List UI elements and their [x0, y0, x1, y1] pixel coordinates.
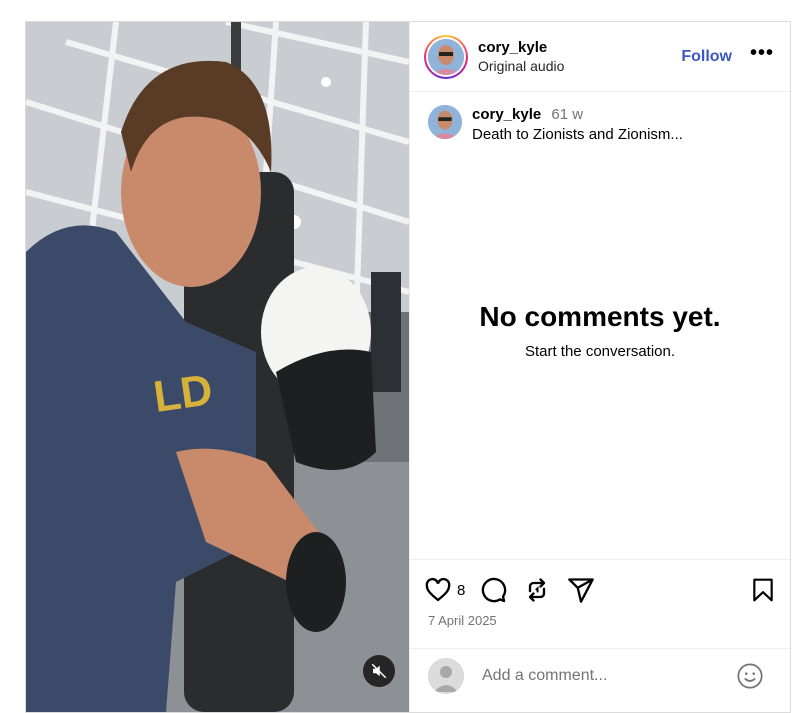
action-bar: 8: [424, 572, 776, 608]
emoji-icon: [737, 662, 763, 689]
comment-icon: [482, 577, 507, 603]
comments-empty-state: No comments yet. Start the conversation.: [410, 101, 790, 559]
follow-button[interactable]: Follow: [681, 48, 732, 66]
comment-input[interactable]: [480, 665, 736, 686]
post-date[interactable]: 7 April 2025: [428, 613, 776, 628]
user-avatar: [428, 657, 464, 694]
story-ring[interactable]: [424, 34, 468, 79]
audio-label[interactable]: Original audio: [478, 57, 681, 76]
repost-button[interactable]: [523, 576, 551, 604]
post-dialog: LD cory_kyle Original audio Follow ••• c…: [25, 21, 791, 713]
bookmark-icon: [753, 578, 773, 602]
save-button[interactable]: [750, 577, 776, 603]
empty-title: No comments yet.: [479, 300, 721, 332]
comment-button[interactable]: [479, 576, 507, 604]
repost-icon: [529, 578, 546, 602]
video-frame: LD: [26, 22, 409, 712]
avatar[interactable]: [428, 38, 464, 75]
header-username[interactable]: cory_kyle: [478, 38, 681, 57]
heart-icon: [425, 577, 451, 602]
like-button[interactable]: [424, 576, 452, 604]
like-count[interactable]: 8: [457, 582, 465, 599]
muted-speaker-icon: [371, 663, 387, 679]
empty-subtitle: Start the conversation.: [524, 342, 676, 360]
share-icon: [568, 578, 595, 603]
svg-text:LD: LD: [151, 365, 216, 422]
post-header: cory_kyle Original audio Follow •••: [410, 22, 790, 92]
mute-toggle-button[interactable]: [363, 655, 395, 687]
avatar-photo: [428, 38, 464, 75]
comment-composer: [410, 648, 790, 702]
default-avatar-icon: [428, 657, 464, 694]
emoji-button[interactable]: [736, 662, 764, 690]
more-options-icon[interactable]: •••: [750, 43, 774, 66]
share-button[interactable]: [567, 576, 595, 604]
video-player[interactable]: LD: [26, 22, 409, 712]
post-panel: cory_kyle Original audio Follow ••• cory…: [409, 22, 790, 712]
